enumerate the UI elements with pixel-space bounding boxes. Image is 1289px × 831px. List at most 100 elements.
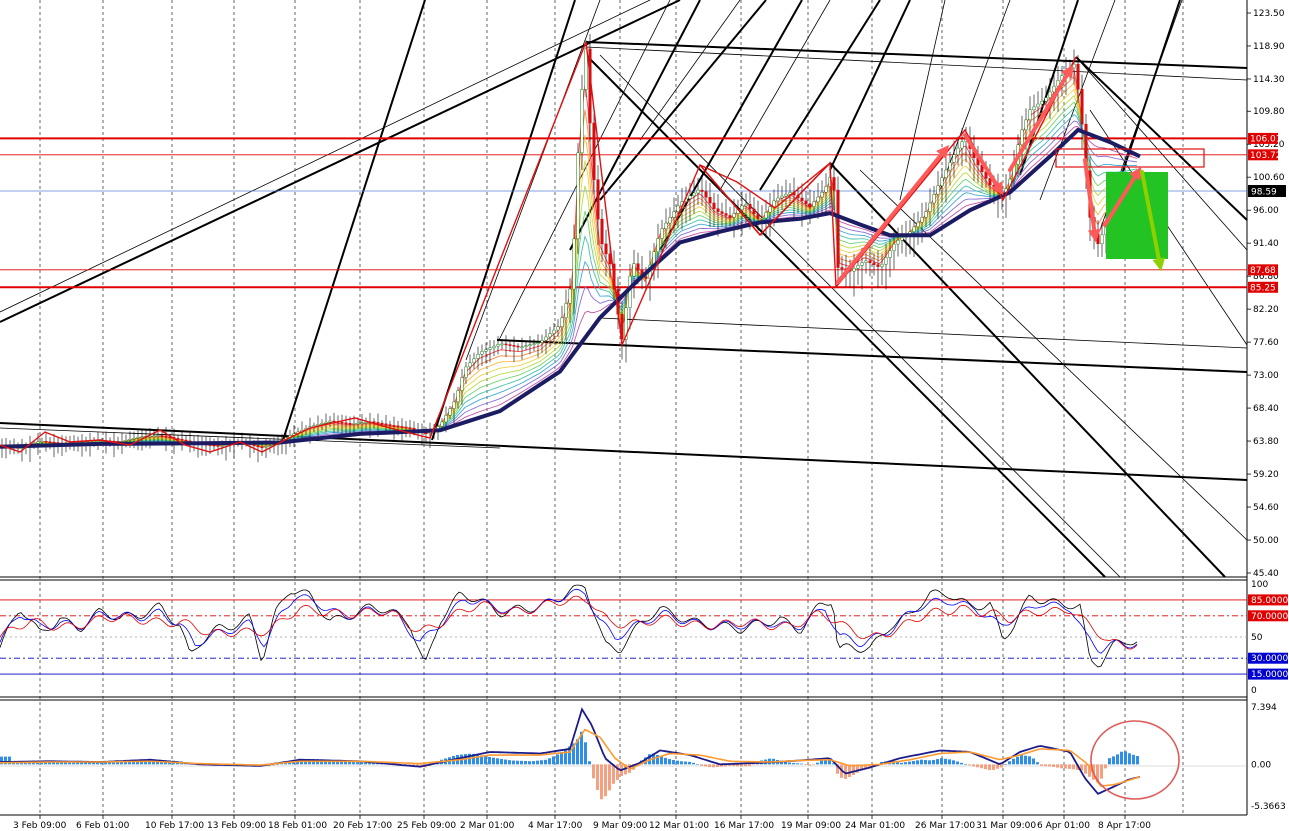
candle-body [860,262,864,266]
macd-histogram-bar [1112,756,1115,765]
macd-histogram-bar [1060,764,1063,769]
candle-body [540,340,544,343]
macd-histogram-bar [1024,755,1027,765]
macd-histogram-bar [524,761,527,765]
macd-histogram-bar [820,760,823,765]
candle-body [220,445,224,447]
candle-body [916,221,920,228]
macd-histogram-bar [352,762,355,765]
macd-histogram-bar [360,762,363,765]
candle-body [932,194,936,204]
candle-body [764,212,768,219]
candle-body [536,342,540,344]
candle-body [948,162,952,171]
candle-body [508,344,512,346]
price-tick-label: 96.00 [1253,206,1279,216]
macd-histogram-bar [992,764,995,770]
candle-body [672,211,676,218]
candle-body [912,226,916,232]
price-tick-label: 100.60 [1253,173,1285,183]
candle-body [628,275,632,308]
candle-body [1072,63,1076,69]
price-tick-label: 63.80 [1253,437,1279,447]
macd-histogram-bar [612,764,615,784]
candle-body [576,152,580,240]
macd-histogram-bar [660,756,663,765]
candle-body [668,217,672,224]
macd-histogram-bar [1040,764,1043,766]
trading-chart[interactable]: 123.50118.90114.30109.80105.20100.6096.0… [0,0,1289,831]
candle-body [760,217,764,220]
stochastic-tick-label: 30.0000 [1251,654,1288,664]
macd-histogram-bar [1056,764,1059,768]
macd-histogram-bar [956,761,959,765]
macd-histogram-bar [696,764,699,765]
macd-histogram-bar [700,764,703,766]
macd-histogram-bar [672,760,675,765]
macd-histogram-bar [1084,764,1087,774]
macd-histogram-bar [500,758,503,765]
candle-body [176,438,180,440]
candle-body [340,421,344,424]
macd-histogram-bar [560,751,563,765]
macd-histogram-bar [1064,764,1067,769]
candle-body [884,257,888,265]
macd-histogram-bar [960,762,963,765]
macd-histogram-bar [976,764,979,768]
candle-body [560,317,564,327]
candle-body [356,422,360,425]
macd-tick-label: -5.3663 [1251,802,1286,812]
macd-histogram-bar [1116,754,1119,765]
macd-histogram-bar [804,764,807,765]
macd-histogram-bar [1016,756,1019,765]
macd-histogram-bar [556,754,559,765]
macd-histogram-bar [508,760,511,765]
macd-histogram-bar [608,764,611,791]
candle-body [396,425,400,428]
stochastic-tick-label: 85.0000 [1251,596,1288,606]
macd-histogram-bar [972,764,975,767]
candle-body [564,303,568,318]
price-tick-label: 59.20 [1253,470,1279,480]
macd-histogram-bar [584,742,587,765]
level-tag-label: 103.72 [1250,151,1282,161]
candle-body [256,445,260,448]
macd-histogram-bar [952,760,955,765]
macd-histogram-bar [792,762,795,765]
candle-body [380,422,384,425]
macd-histogram-bar [708,764,711,768]
macd-histogram-bar [800,763,803,765]
candle-body [364,421,368,424]
macd-histogram-bar [900,762,903,765]
candle-body [700,189,704,192]
time-tick-label: 12 Mar 01:00 [649,821,709,831]
macd-histogram-bar [520,760,523,765]
macd-histogram-bar [740,764,743,767]
candle-body [888,250,892,258]
candle-body [824,186,828,193]
time-tick-label: 26 Mar 17:00 [915,821,975,831]
candle-body [480,351,484,355]
macd-histogram-bar [1120,751,1123,765]
candle-body [820,192,824,198]
price-tick-label: 50.00 [1253,536,1279,546]
candle-body [1096,233,1100,245]
macd-histogram-bar [1072,764,1075,770]
macd-histogram-bar [908,761,911,765]
macd-histogram-bar [788,762,791,765]
macd-histogram-bar [1100,764,1103,779]
time-tick-label: 8 Apr 17:00 [1098,821,1151,831]
macd-histogram-bar [492,757,495,765]
macd-histogram-bar [1128,753,1131,765]
macd-histogram-bar [348,761,351,765]
current-price-tag: 98.59 [1248,185,1286,198]
macd-histogram-bar [904,762,907,765]
candle-body [132,438,136,440]
macd-histogram-bar [552,756,555,765]
candle-body [740,205,744,210]
candle-body [496,344,500,347]
candle-body [784,193,788,197]
candle-body [600,218,604,245]
candle-body [156,435,160,437]
candle-body [708,197,712,204]
